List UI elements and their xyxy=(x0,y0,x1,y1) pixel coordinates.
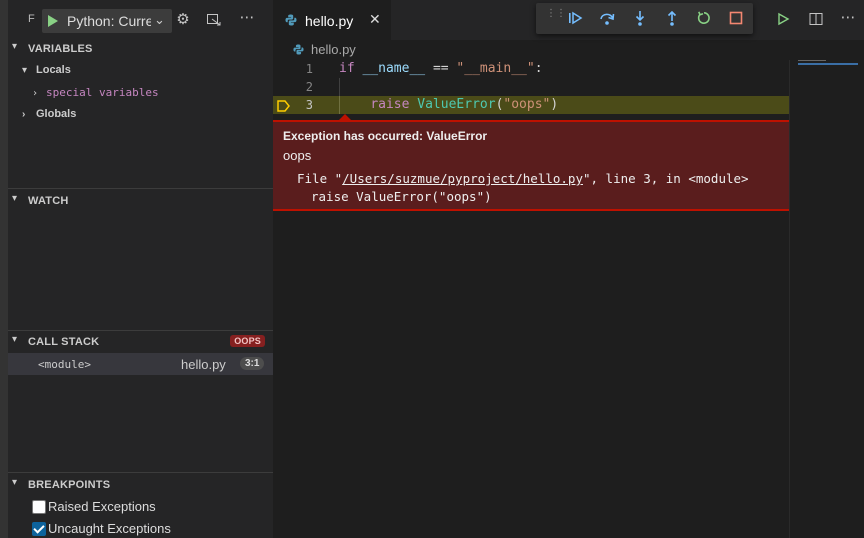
breakpoints-section-header[interactable]: ▾ BREAKPOINTS xyxy=(8,474,273,496)
start-debugging-icon[interactable] xyxy=(48,15,58,27)
tab-hello-py[interactable]: hello.py ✕ xyxy=(273,0,391,40)
traceback-suffix: ", line 3, in <module> xyxy=(582,171,749,186)
chevron-down-icon: ▾ xyxy=(12,41,18,52)
code-line[interactable]: 1 if __name__ == "__main__": xyxy=(273,60,789,78)
call-stack-section-header[interactable]: ▾ CALL STACK OOPS xyxy=(8,331,273,353)
python-file-icon xyxy=(293,44,304,55)
raised-exceptions-checkbox[interactable] xyxy=(32,500,46,514)
breadcrumb-file[interactable]: hello.py xyxy=(311,42,356,57)
indent-guide xyxy=(339,78,340,96)
call-stack-frame[interactable]: <module> hello.py 3:1 xyxy=(8,353,273,375)
breakpoints-section-title: BREAKPOINTS xyxy=(28,479,111,491)
section-divider[interactable] xyxy=(8,472,273,473)
line-number: 3 xyxy=(305,98,313,112)
section-divider[interactable] xyxy=(8,188,273,189)
drag-handle-icon[interactable]: ⋮⋮ xyxy=(546,9,566,25)
special-variables-label: special variables xyxy=(46,86,159,99)
current-execution-line[interactable]: 3 raise ValueError("oops") xyxy=(273,96,789,114)
debug-sidebar: F Python: Current File ⌄ ⚙ ⋯ ▾ VARIABLES… xyxy=(0,0,273,538)
frame-position: 3:1 xyxy=(240,357,265,370)
exception-message: oops xyxy=(283,148,312,163)
more-actions-icon[interactable]: ⋯ xyxy=(239,10,255,26)
minimap[interactable] xyxy=(789,60,864,538)
python-file-icon xyxy=(285,14,297,26)
tab-label: hello.py xyxy=(305,13,354,29)
stop-icon[interactable] xyxy=(728,10,744,26)
restart-icon[interactable] xyxy=(696,10,712,26)
chevron-right-icon: › xyxy=(22,109,26,120)
call-stack-section-title: CALL STACK xyxy=(28,336,100,348)
debug-console-icon[interactable] xyxy=(206,12,222,28)
sidebar-title-truncated: F xyxy=(28,13,35,25)
frame-file: hello.py xyxy=(181,357,226,372)
chevron-down-icon: ▾ xyxy=(22,65,28,76)
code-text: if __name__ == "__main__": xyxy=(339,61,543,76)
watch-section-title: WATCH xyxy=(28,195,69,207)
exception-pointer xyxy=(339,114,351,120)
uncaught-exceptions-label[interactable]: Uncaught Exceptions xyxy=(48,521,171,536)
frame-function: <module> xyxy=(38,358,91,371)
breadcrumb[interactable]: hello.py xyxy=(273,40,773,60)
activity-bar-edge xyxy=(0,0,8,538)
minimap-highlight xyxy=(798,63,858,65)
exception-widget: Exception has occurred: ValueError oops … xyxy=(273,114,789,211)
traceback-line: File "/Users/suzmue/pyproject/hello.py",… xyxy=(297,171,749,186)
tree-item-locals[interactable]: ▾ Locals xyxy=(22,64,71,76)
locals-label: Locals xyxy=(36,64,71,76)
launch-configuration-dropdown[interactable]: Python: Current File ⌄ xyxy=(42,9,172,33)
step-into-icon[interactable] xyxy=(632,10,648,26)
step-over-icon[interactable] xyxy=(599,10,615,26)
chevron-right-icon: › xyxy=(32,88,39,99)
launch-configuration-label: Python: Current File xyxy=(67,13,151,29)
exception-title: Exception has occurred: ValueError xyxy=(283,129,488,143)
chevron-down-icon: ▾ xyxy=(12,334,18,345)
chevron-down-icon: ▾ xyxy=(12,477,18,488)
line-number: 2 xyxy=(305,80,313,94)
tree-item-special-variables[interactable]: › special variables xyxy=(32,86,159,99)
globals-label: Globals xyxy=(36,108,77,120)
variables-section-title: VARIABLES xyxy=(28,43,93,55)
gear-icon[interactable]: ⚙ xyxy=(175,12,191,28)
code-line[interactable]: 2 xyxy=(273,78,789,96)
traceback-prefix: File " xyxy=(297,171,343,186)
chevron-down-icon[interactable]: ⌄ xyxy=(154,12,165,28)
split-editor-icon[interactable] xyxy=(808,12,824,28)
chevron-down-icon: ▾ xyxy=(12,193,18,204)
uncaught-exceptions-checkbox[interactable] xyxy=(32,522,46,536)
variables-section-header[interactable]: ▾ VARIABLES xyxy=(8,38,273,60)
run-icon[interactable] xyxy=(775,12,791,28)
line-number: 1 xyxy=(305,62,313,76)
close-icon[interactable]: ✕ xyxy=(369,11,381,28)
debug-sidebar-header: F Python: Current File ⌄ ⚙ ⋯ xyxy=(8,0,273,40)
traceback-source-line: raise ValueError("oops") xyxy=(311,189,492,204)
traceback-file-link[interactable]: /Users/suzmue/pyproject/hello.py xyxy=(342,171,583,186)
step-out-icon[interactable] xyxy=(664,10,680,26)
tree-item-globals[interactable]: › Globals xyxy=(22,108,76,120)
paused-reason-badge: OOPS xyxy=(230,335,265,347)
code-text: raise ValueError("oops") xyxy=(370,97,559,112)
watch-section-header[interactable]: ▾ WATCH xyxy=(8,190,273,212)
raised-exceptions-label[interactable]: Raised Exceptions xyxy=(48,499,156,514)
debug-toolbar: ⋮⋮ xyxy=(536,3,753,34)
minimap-code xyxy=(798,60,826,61)
more-actions-icon[interactable]: ⋯ xyxy=(840,10,856,26)
continue-icon[interactable] xyxy=(567,10,583,26)
